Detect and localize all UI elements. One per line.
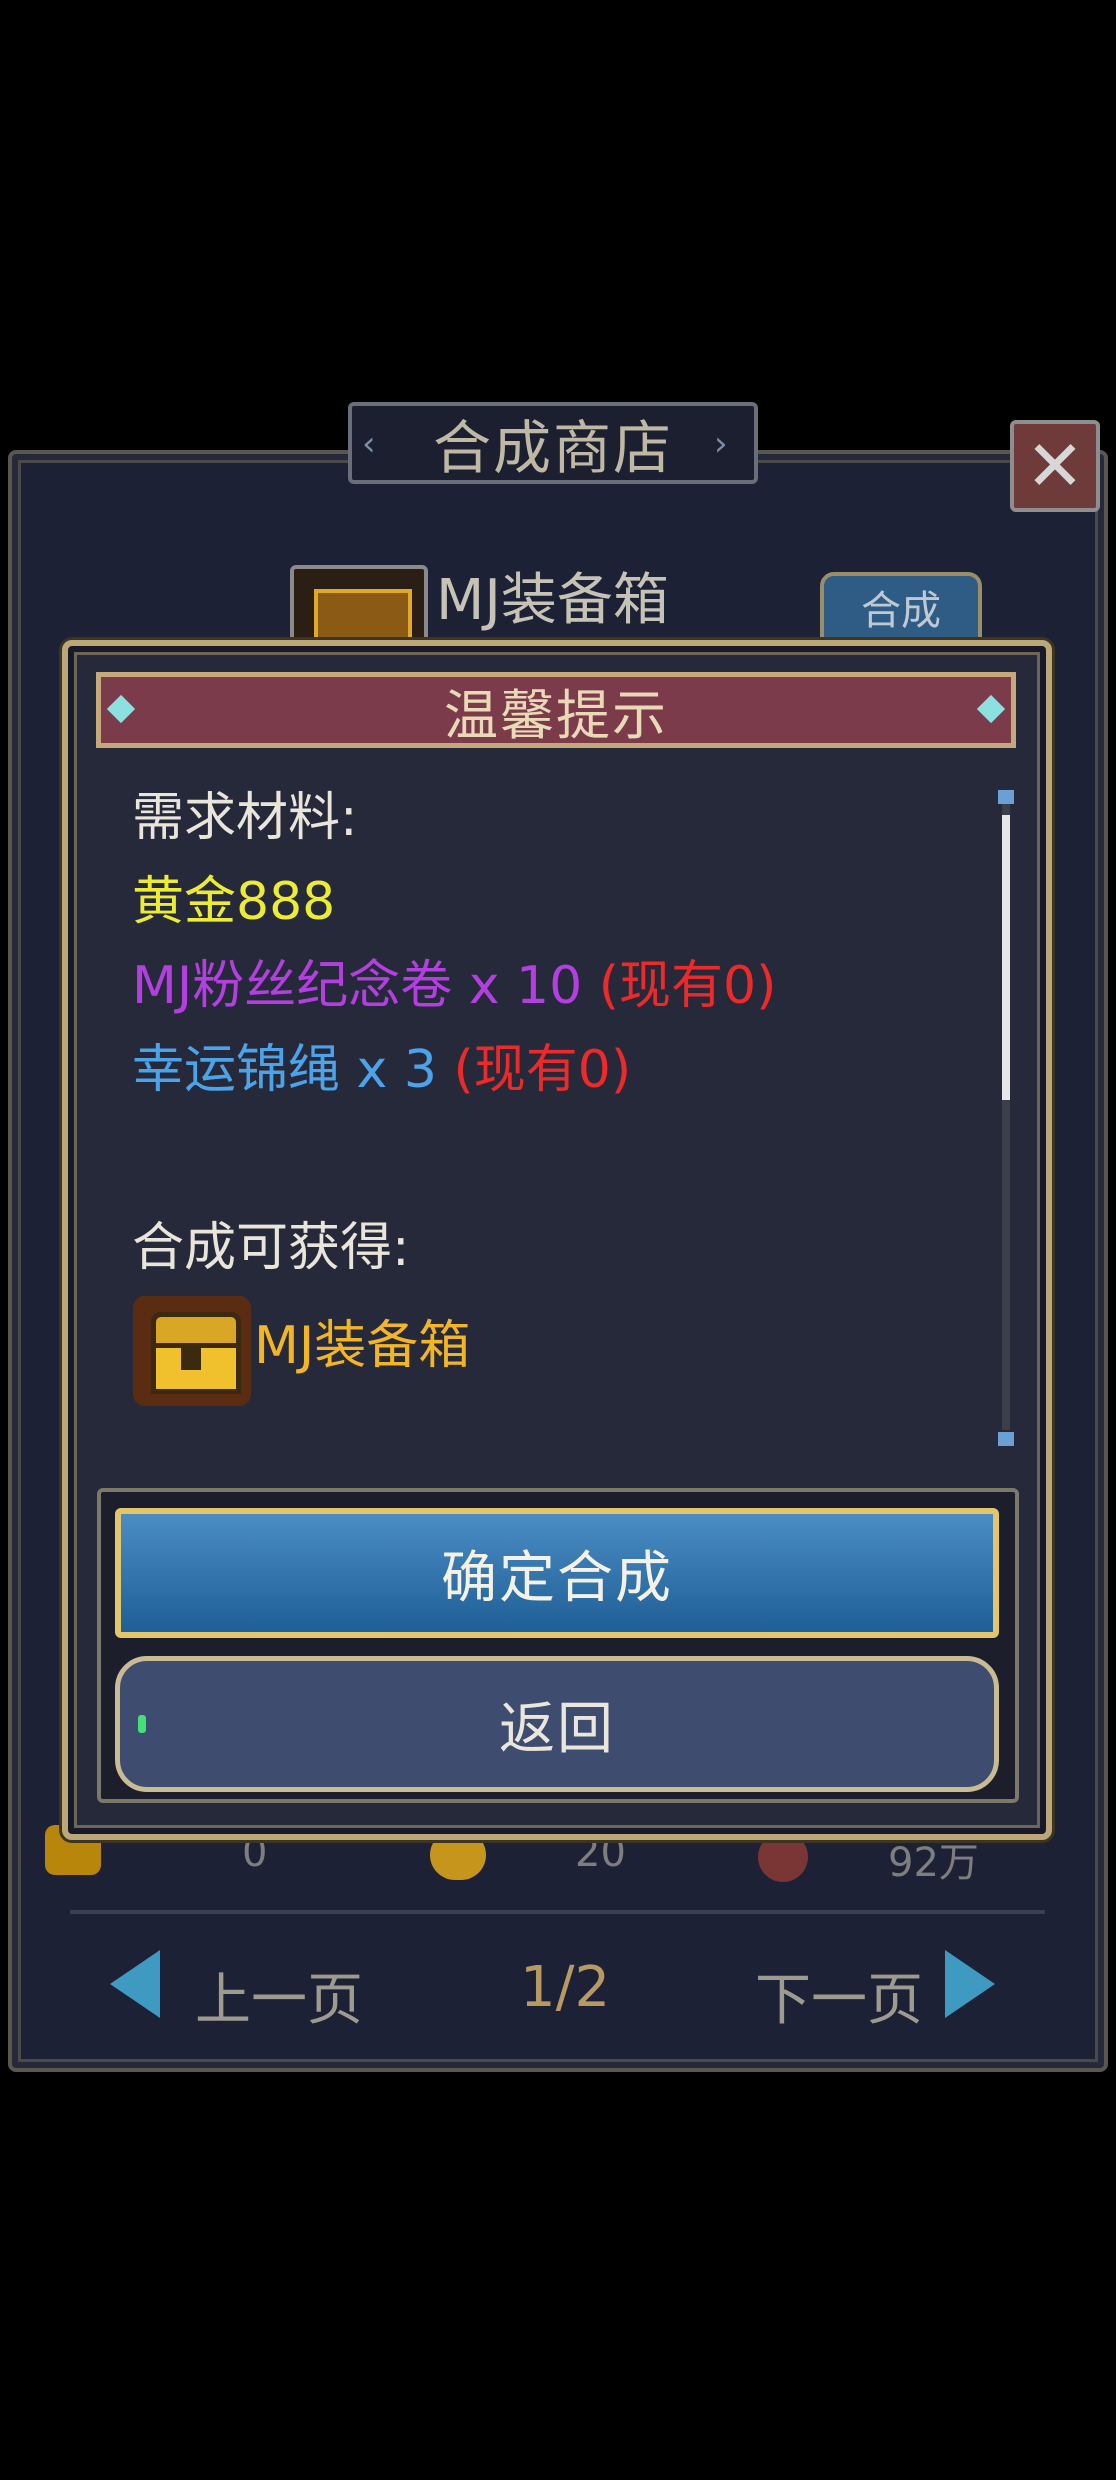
divider [70,1910,1045,1914]
requirement-owned: (现有0) [453,1040,632,1100]
gem-icon [976,694,1006,724]
arrow-right-icon[interactable] [945,1950,995,2018]
shop-item-chest-icon[interactable] [290,565,428,645]
gem-icon [106,694,136,724]
arrow-left-icon[interactable] [110,1950,160,2018]
requirement-fan-ticket: MJ粉丝纪念卷 x 10 (现有0) [132,943,776,1018]
close-button[interactable]: ✕ [1010,420,1100,512]
requirement-lucky-rope: 幸运锦绳 x 3 (现有0) [132,1027,631,1102]
confirm-compose-button[interactable]: 确定合成 [115,1508,999,1638]
next-page-button[interactable]: 下一页 [755,1955,923,2036]
shop-item-name: MJ装备箱 [436,568,669,633]
dialog-title: 温馨提示 [444,683,668,747]
close-icon: ✕ [1025,425,1085,507]
ornament-icon: ‹ [362,424,376,464]
scroll-up-icon[interactable] [998,790,1014,804]
prev-page-button[interactable]: 上一页 [195,1955,363,2036]
ornament-icon: › [714,424,728,464]
scrollbar-thumb[interactable] [1002,815,1010,1100]
requirement-owned: (现有0) [598,956,777,1016]
reward-name: MJ装备箱 [254,1316,471,1376]
requirement-gold: 黄金888 [132,872,336,932]
back-label: 返回 [499,1696,615,1762]
requirement-name: MJ粉丝纪念卷 x 10 [132,956,583,1016]
obtain-label: 合成可获得: [132,1218,410,1278]
page-indicator: 1/2 [520,1955,611,2020]
shop-title: 合成商店 [432,414,673,482]
scroll-down-icon[interactable] [998,1432,1014,1446]
requirement-name: 幸运锦绳 x 3 [132,1040,437,1100]
back-button[interactable]: 返回 [115,1656,999,1792]
treasure-chest-icon[interactable] [133,1296,251,1406]
indicator-dot [138,1715,146,1733]
shop-title-plate: ‹ 合成商店 › [348,402,758,484]
dialog-header: 温馨提示 [96,672,1016,748]
required-label: 需求材料: [132,788,358,848]
confirm-label: 确定合成 [441,1545,673,1611]
